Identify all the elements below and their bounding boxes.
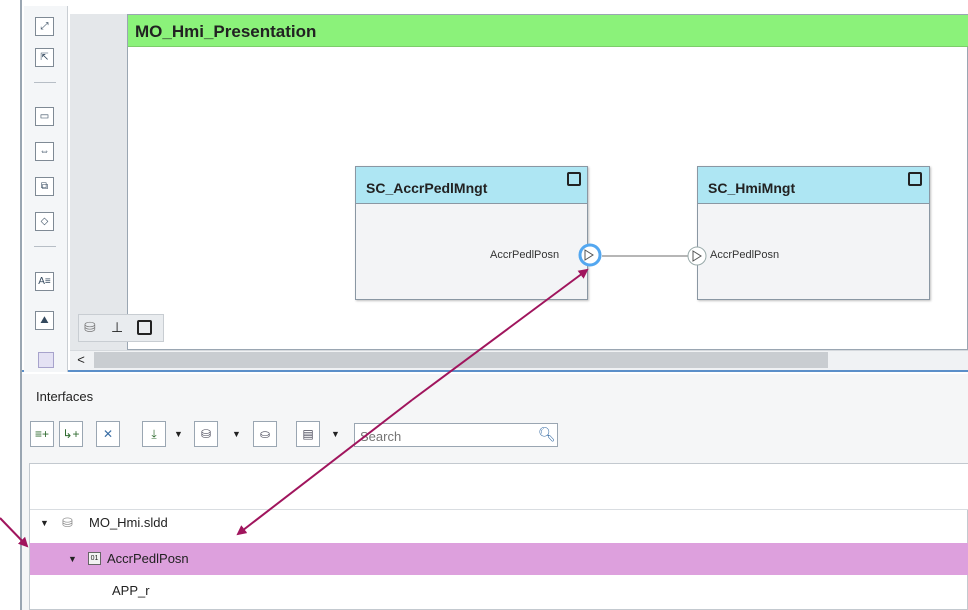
annotation-arrow <box>0 517 29 548</box>
annotation-layer <box>0 268 589 548</box>
annotation-arrow <box>236 399 413 536</box>
annotation-arrow <box>411 268 589 401</box>
